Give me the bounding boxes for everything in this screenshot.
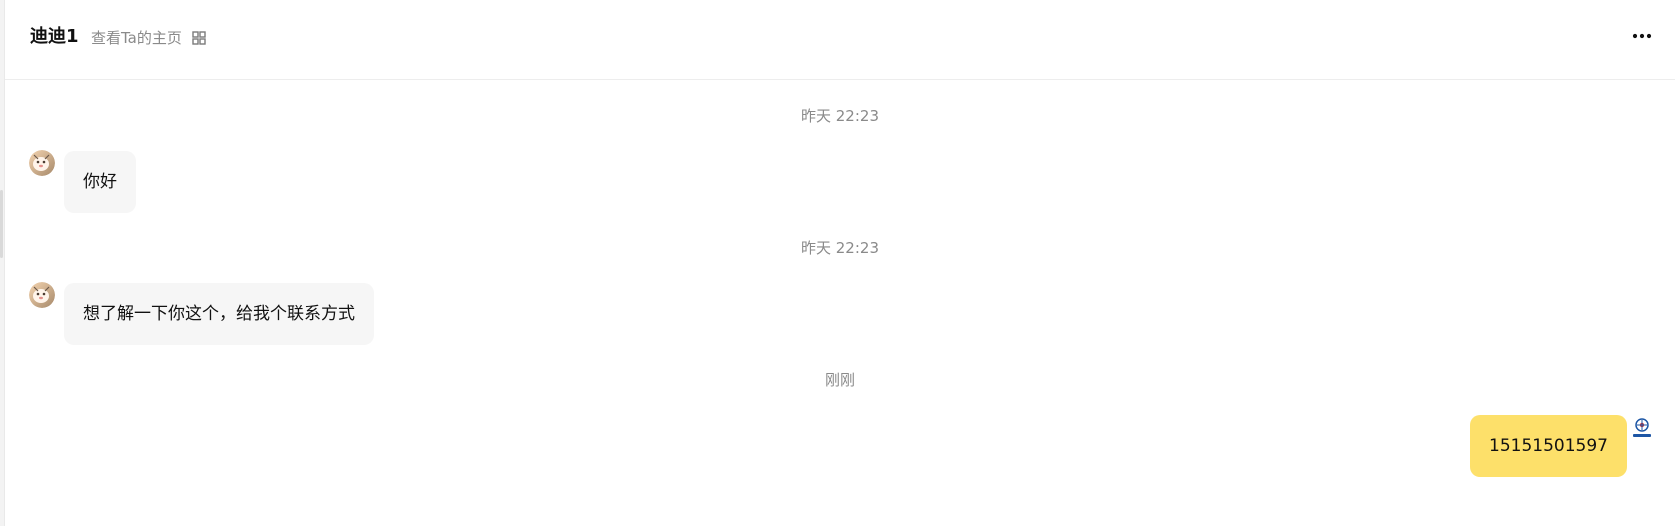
message-bubble[interactable]: 15151501597: [1470, 415, 1627, 477]
cat-avatar-icon[interactable]: [29, 282, 55, 308]
chat-page: 迪迪1 查看Ta的主页 昨天 22:23 你好 昨天 22:23 想了解一下你这…: [0, 0, 1675, 526]
message-timestamp: 昨天 22:23: [801, 107, 879, 125]
message-timestamp: 刚刚: [824, 371, 855, 389]
more-options-icon[interactable]: [1630, 26, 1654, 46]
message-bubble[interactable]: 你好: [64, 151, 136, 213]
message-bubble[interactable]: 想了解一下你这个，给我个联系方式: [64, 283, 374, 345]
left-scrollbar[interactable]: [0, 190, 3, 258]
chat-title: 迪迪1: [30, 26, 79, 47]
view-profile-link[interactable]: 查看Ta的主页: [91, 28, 182, 48]
qr-code-icon[interactable]: [192, 30, 206, 45]
message-timestamp: 昨天 22:23: [801, 239, 879, 257]
cat-avatar-icon[interactable]: [29, 150, 55, 176]
logo-avatar-icon[interactable]: [1629, 416, 1655, 442]
chat-header: 迪迪1 查看Ta的主页: [5, 0, 1675, 80]
